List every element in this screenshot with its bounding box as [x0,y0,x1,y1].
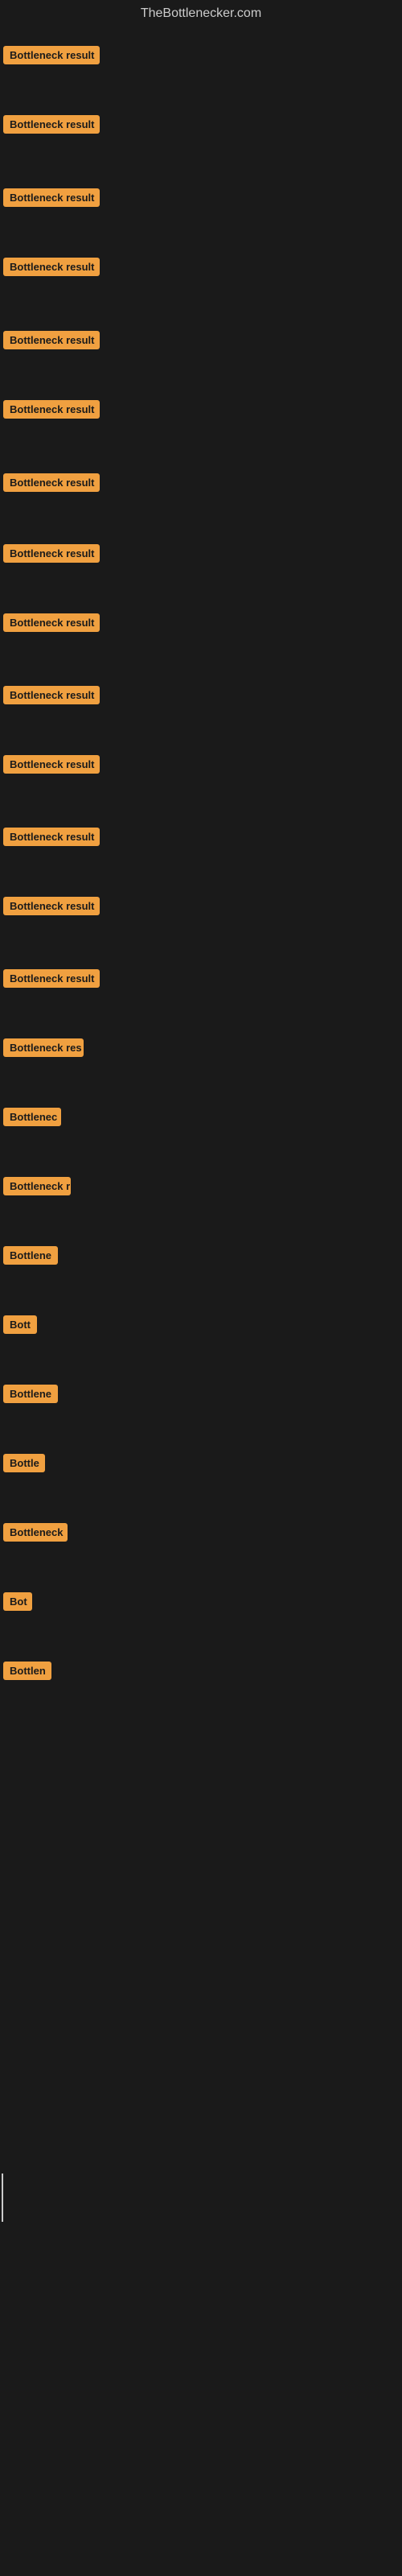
list-item: Bottlen [0,1662,402,1684]
list-item: Bottleneck result [0,969,402,992]
bottleneck-badge: Bottleneck result [3,755,100,774]
list-item: Bottleneck [0,1523,402,1546]
list-item: Bott [0,1315,402,1338]
list-item: Bottleneck r [0,1177,402,1199]
list-item: Bottleneck result [0,613,402,636]
list-item: Bottleneck result [0,46,402,68]
bottleneck-badge: Bottlen [3,1662,51,1680]
bottleneck-badge: Bottleneck [3,1523,68,1542]
bottleneck-badge: Bottle [3,1454,45,1472]
list-item: Bottlenec [0,1108,402,1130]
cursor-line [2,2174,3,2222]
list-item: Bottleneck result [0,331,402,353]
bottleneck-badge: Bott [3,1315,37,1334]
list-item: Bottleneck result [0,115,402,138]
bottleneck-badge: Bottleneck result [3,258,100,276]
list-item: Bottle [0,1454,402,1476]
bottleneck-badge: Bottleneck result [3,613,100,632]
bottleneck-badge: Bottleneck result [3,46,100,64]
bottleneck-badge: Bottlene [3,1385,58,1403]
bottleneck-badge: Bottleneck r [3,1177,71,1195]
list-item: Bottlene [0,1385,402,1407]
bottleneck-badge: Bottleneck result [3,331,100,349]
bottleneck-badge: Bottleneck result [3,115,100,134]
bottleneck-badge: Bottleneck result [3,686,100,704]
list-item: Bottleneck result [0,188,402,211]
bottleneck-badge: Bottleneck result [3,828,100,846]
list-item: Bottleneck res [0,1038,402,1061]
bottleneck-badge: Bottlene [3,1246,58,1265]
bottleneck-badge: Bottleneck result [3,969,100,988]
list-item: Bottleneck result [0,473,402,496]
bottleneck-badge: Bottleneck res [3,1038,84,1057]
bottleneck-badge: Bottlenec [3,1108,61,1126]
bottleneck-badge: Bottleneck result [3,188,100,207]
list-item: Bottlene [0,1246,402,1269]
list-item: Bot [0,1592,402,1615]
list-item: Bottleneck result [0,544,402,567]
list-item: Bottleneck result [0,258,402,280]
list-item: Bottleneck result [0,897,402,919]
list-item: Bottleneck result [0,400,402,423]
bottleneck-badge: Bottleneck result [3,897,100,915]
list-item: Bottleneck result [0,686,402,708]
bottleneck-badge: Bottleneck result [3,473,100,492]
bottleneck-badge: Bottleneck result [3,400,100,419]
bottleneck-badge: Bottleneck result [3,544,100,563]
bottleneck-badge: Bot [3,1592,32,1611]
site-title: TheBottlenecker.com [0,0,402,24]
list-item: Bottleneck result [0,755,402,778]
list-item: Bottleneck result [0,828,402,850]
